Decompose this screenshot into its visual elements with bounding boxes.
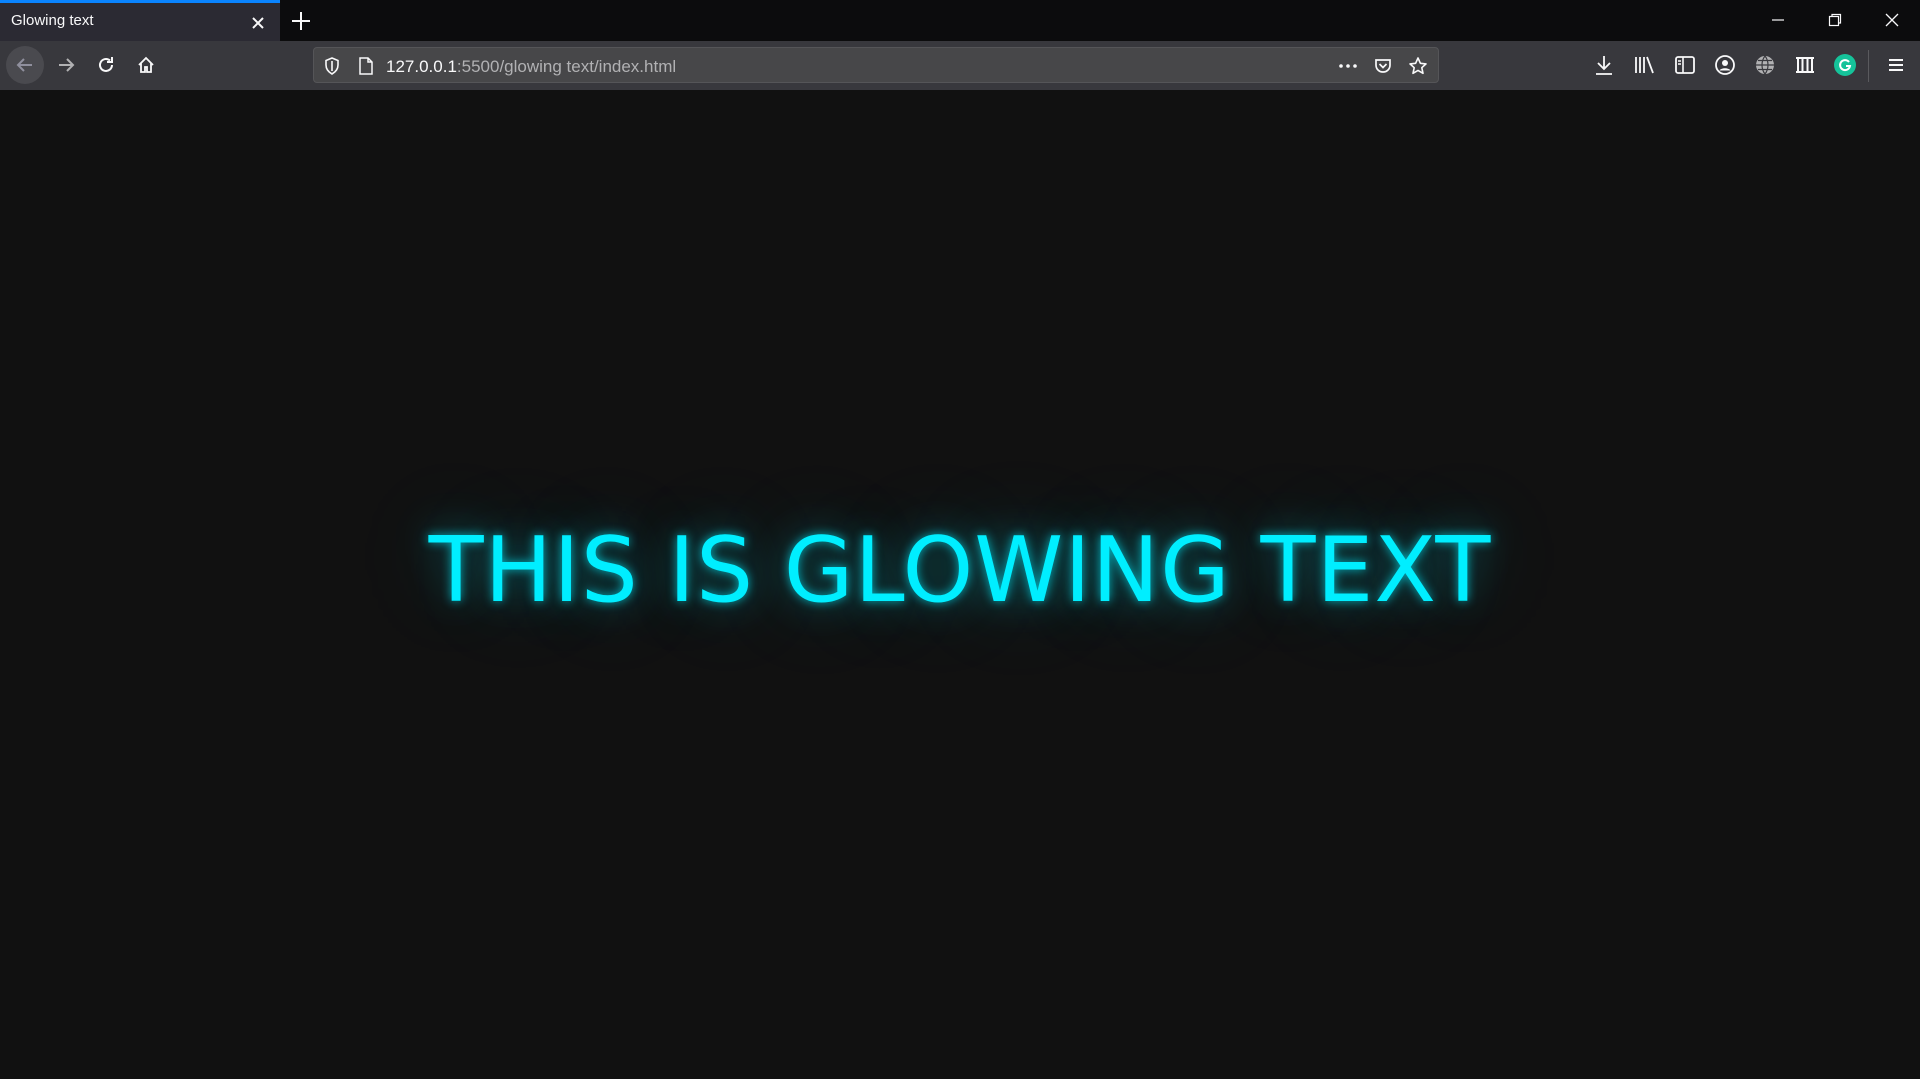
library-icon[interactable]: [1633, 53, 1657, 77]
back-button[interactable]: [6, 46, 44, 84]
tab-title: Glowing text: [11, 12, 94, 29]
extension-grid-icon[interactable]: [1793, 53, 1817, 77]
url-bar[interactable]: 127.0.0.1:5500/glowing text/index.html: [313, 47, 1439, 83]
tracking-shield-icon[interactable]: [322, 56, 342, 76]
arrow-right-icon: [59, 58, 75, 72]
browser-window: Glowing text 127.0.0.1:5500/glowing text…: [0, 0, 1920, 1079]
toolbar-separator: [1868, 50, 1869, 82]
close-window-icon[interactable]: [1864, 0, 1920, 41]
home-icon: [138, 56, 154, 73]
plus-icon[interactable]: [287, 7, 315, 35]
home-button[interactable]: [127, 46, 165, 84]
pocket-icon[interactable]: [1373, 56, 1393, 76]
restore-icon[interactable]: [1807, 0, 1863, 41]
url-path: :5500/glowing text/index.html: [456, 57, 677, 76]
navigation-toolbar: 127.0.0.1:5500/glowing text/index.html: [0, 41, 1920, 90]
star-icon[interactable]: [1408, 56, 1428, 76]
tab-strip: Glowing text: [0, 0, 1920, 41]
forward-button[interactable]: [47, 46, 85, 84]
close-icon[interactable]: [246, 11, 270, 35]
more-dots-icon[interactable]: [1338, 56, 1358, 76]
hamburger-menu-icon[interactable]: [1884, 53, 1908, 77]
url-host: 127.0.0.1: [386, 57, 457, 76]
minimize-icon[interactable]: [1750, 0, 1806, 41]
download-icon[interactable]: [1592, 53, 1616, 77]
account-icon[interactable]: [1713, 53, 1737, 77]
reload-icon: [99, 57, 113, 72]
url-text[interactable]: 127.0.0.1:5500/glowing text/index.html: [386, 57, 676, 77]
sidebar-icon[interactable]: [1673, 53, 1697, 77]
glowing-heading: THIS IS GLOWING TEXT: [428, 518, 1492, 623]
globe-icon[interactable]: [1753, 53, 1777, 77]
grammarly-icon[interactable]: [1834, 54, 1856, 76]
tab-glowing-text[interactable]: Glowing text: [0, 0, 280, 41]
reload-button[interactable]: [87, 46, 125, 84]
page-content: THIS IS GLOWING TEXT: [0, 90, 1920, 1079]
page-icon[interactable]: [356, 56, 376, 76]
arrow-left-icon: [16, 58, 32, 72]
